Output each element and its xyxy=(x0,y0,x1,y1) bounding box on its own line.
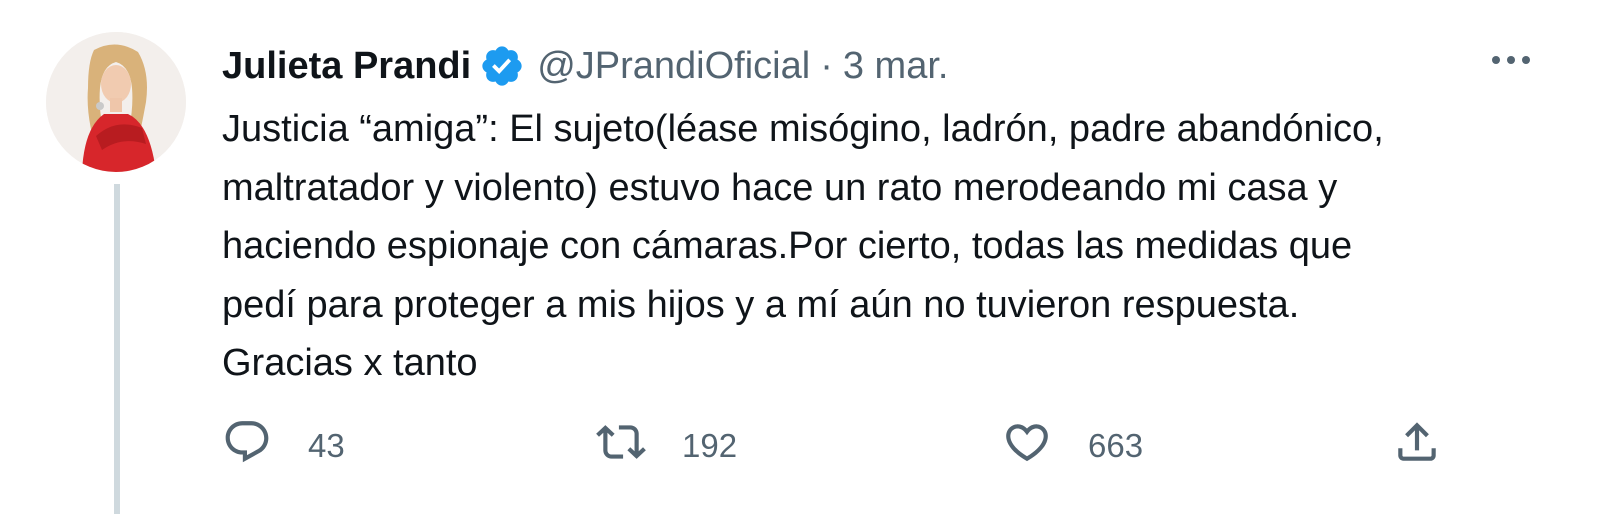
author-handle[interactable]: @JPrandiOficial xyxy=(537,38,810,94)
reply-count: 43 xyxy=(308,427,345,464)
share-button[interactable] xyxy=(1392,414,1442,478)
verified-badge-icon xyxy=(479,43,525,89)
retweet-button[interactable]: 192 xyxy=(596,414,737,478)
tweet-text-line: haciendo espionaje con cámaras.Por ciert… xyxy=(222,225,1353,267)
header-separator: · xyxy=(820,45,833,87)
heart-icon xyxy=(1002,417,1052,475)
reply-button[interactable]: 43 xyxy=(222,414,345,478)
avatar[interactable] xyxy=(46,32,186,172)
reply-icon xyxy=(222,417,272,475)
more-horizontal-icon[interactable] xyxy=(1486,44,1536,76)
like-button[interactable]: 663 xyxy=(1002,414,1143,478)
tweet-date[interactable]: 3 mar. xyxy=(843,38,949,94)
tweet-text-line: pedí para proteger a mis hijos y a mí aú… xyxy=(222,283,1300,326)
author-name[interactable]: Julieta Prandi xyxy=(222,38,471,94)
tweet-actions: 43 192 663 xyxy=(222,414,1562,478)
tweet-text-line: Justicia “amiga”: El sujeto(léase misógi… xyxy=(222,108,1384,150)
share-icon xyxy=(1392,417,1442,475)
thread-connector-line xyxy=(114,184,120,514)
like-count: 663 xyxy=(1088,427,1144,464)
tweet-text-line: maltratador y violento) estuvo hace un r… xyxy=(222,166,1338,209)
retweet-icon xyxy=(596,417,646,475)
retweet-count: 192 xyxy=(682,427,738,464)
tweet-text: Justicia “amiga”: El sujeto(léase misógi… xyxy=(222,100,1562,393)
tweet-header: Julieta Prandi @JPrandiOficial · 3 mar. xyxy=(222,38,948,94)
tweet-text-line: Gracias x tanto xyxy=(222,342,478,384)
avatar-image xyxy=(46,32,186,172)
tweet[interactable]: Julieta Prandi @JPrandiOficial · 3 mar. … xyxy=(0,0,1600,514)
